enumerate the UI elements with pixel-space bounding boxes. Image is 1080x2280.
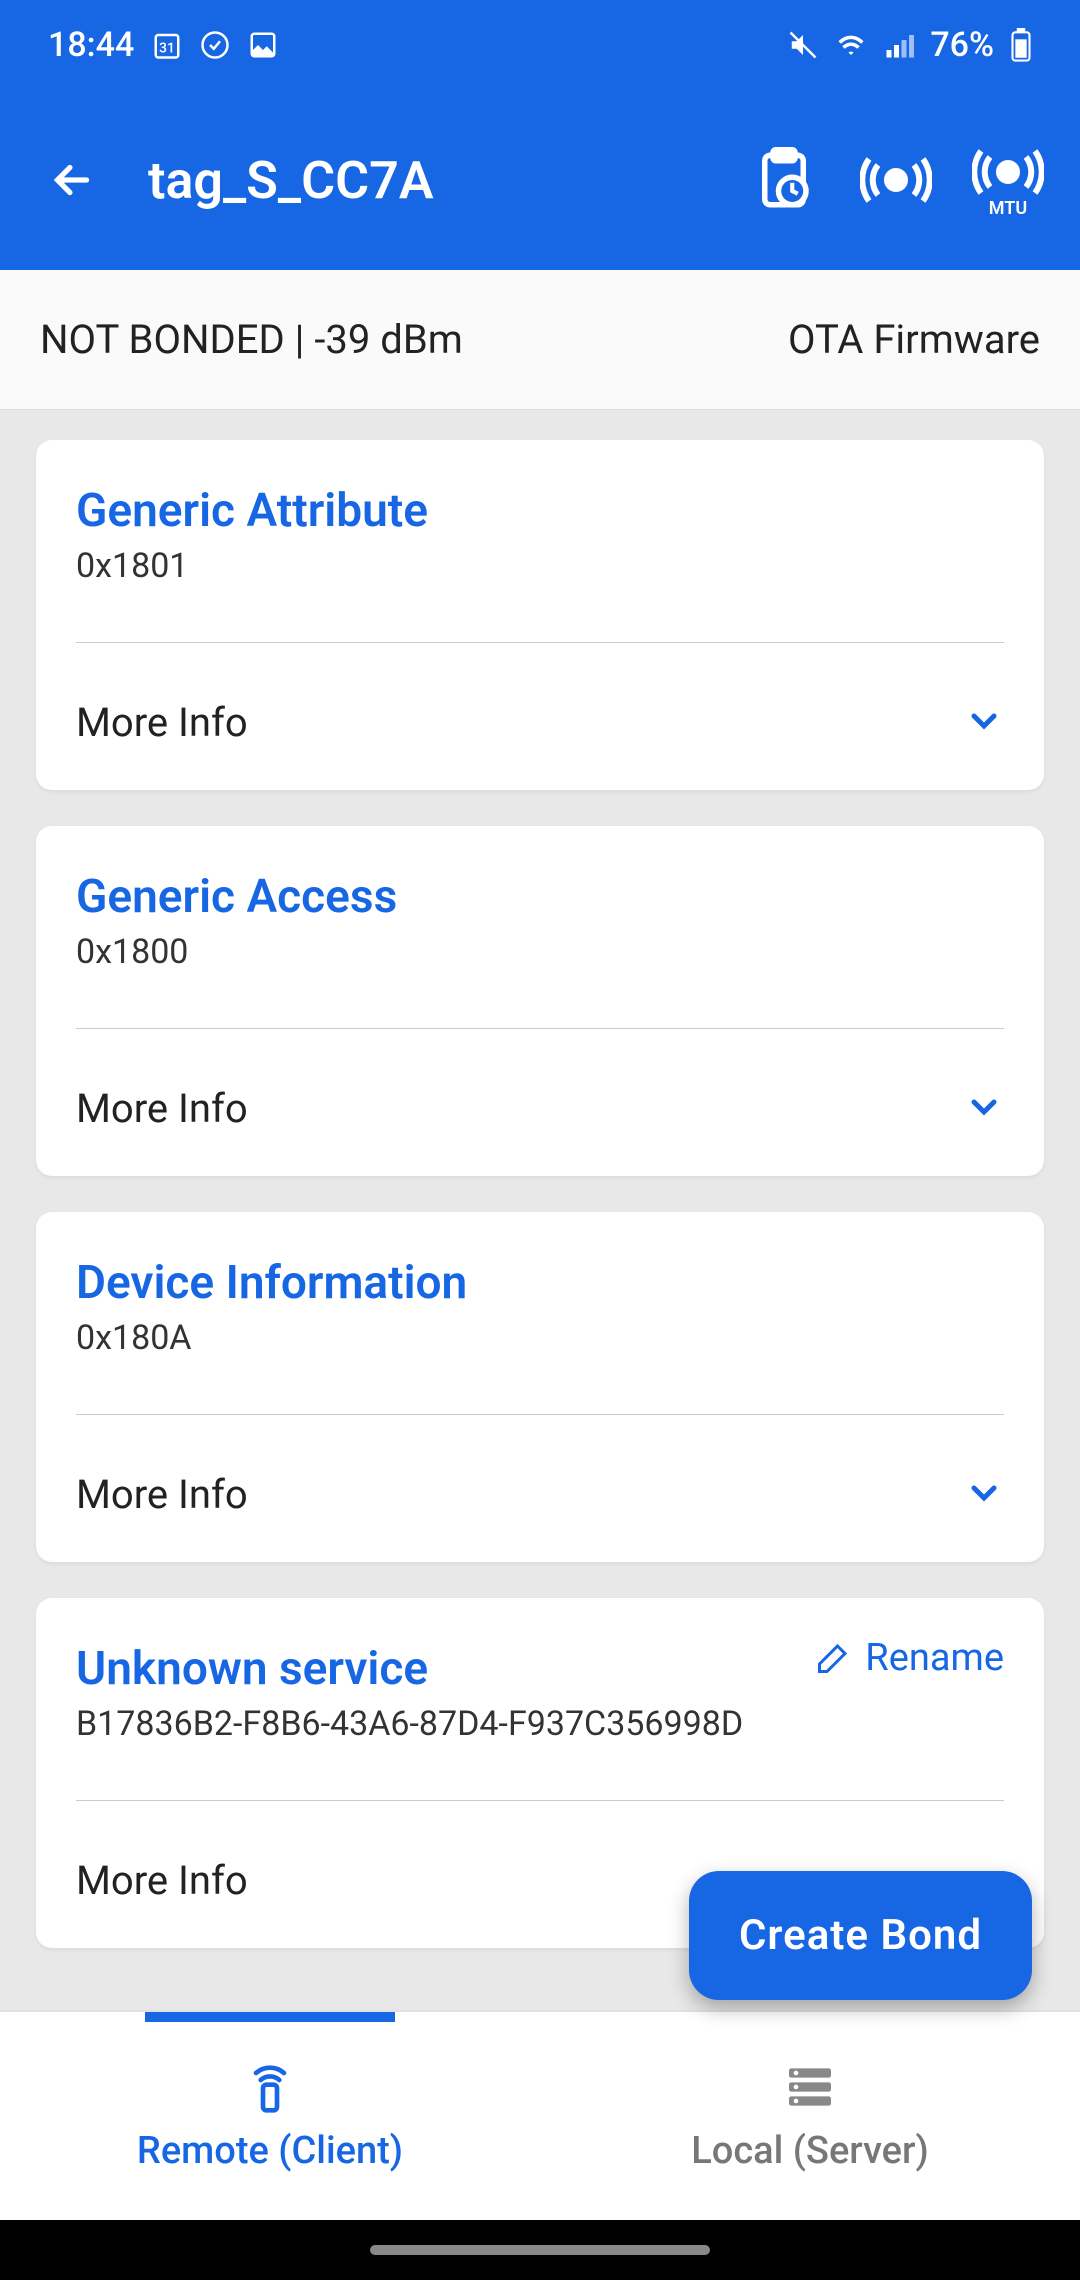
tab-remote-client[interactable]: Remote (Client) bbox=[0, 2012, 540, 2220]
statusbar: 18:44 31 76% bbox=[0, 0, 1080, 90]
wifi-icon bbox=[834, 30, 868, 60]
bond-signal-status: NOT BONDED | -39 dBm bbox=[40, 316, 463, 363]
active-tab-indicator bbox=[145, 2012, 395, 2022]
rename-label: Rename bbox=[865, 1636, 1004, 1680]
signal-icon bbox=[884, 30, 914, 60]
appbar: tag_S_CC7A MTU bbox=[0, 90, 1080, 270]
service-uuid: B17836B2-F8B6-43A6-87D4-F937C356998D bbox=[76, 1704, 1004, 1744]
pencil-icon bbox=[815, 1640, 851, 1676]
divider bbox=[76, 642, 1004, 643]
home-indicator[interactable] bbox=[370, 2245, 710, 2255]
subheader: NOT BONDED | -39 dBm OTA Firmware bbox=[0, 270, 1080, 410]
service-name[interactable]: Device Information bbox=[76, 1256, 1004, 1310]
check-circle-icon bbox=[200, 30, 230, 60]
system-nav bbox=[0, 2220, 1080, 2280]
divider bbox=[76, 1800, 1004, 1801]
bottomnav: Remote (Client) Local (Server) bbox=[0, 2010, 1080, 2220]
tab-label: Remote (Client) bbox=[137, 2129, 403, 2173]
mute-icon bbox=[788, 30, 818, 60]
battery-icon bbox=[1010, 28, 1032, 62]
status-time: 18:44 bbox=[48, 25, 134, 65]
battery-pct: 76% bbox=[930, 25, 994, 65]
calendar-icon: 31 bbox=[152, 30, 182, 60]
service-uuid: 0x1801 bbox=[76, 546, 1004, 586]
service-card: Generic Attribute 0x1801 More Info bbox=[36, 440, 1044, 790]
server-icon bbox=[782, 2059, 838, 2119]
service-card: Generic Access 0x1800 More Info bbox=[36, 826, 1044, 1176]
chevron-down-icon bbox=[964, 1473, 1004, 1517]
page-title: tag_S_CC7A bbox=[148, 150, 708, 211]
rename-button[interactable]: Rename bbox=[815, 1636, 1004, 1680]
divider bbox=[76, 1028, 1004, 1029]
service-name[interactable]: Generic Attribute bbox=[76, 484, 1004, 538]
back-button[interactable] bbox=[36, 155, 108, 205]
statusbar-left: 18:44 31 bbox=[48, 25, 278, 65]
more-info-label: More Info bbox=[76, 1471, 248, 1518]
service-uuid: 0x180A bbox=[76, 1318, 1004, 1358]
chevron-down-icon bbox=[964, 1087, 1004, 1131]
tab-label: Local (Server) bbox=[691, 2129, 929, 2173]
fab-label: Create Bond bbox=[739, 1911, 982, 1960]
divider bbox=[76, 1414, 1004, 1415]
image-icon bbox=[248, 30, 278, 60]
service-name[interactable]: Generic Access bbox=[76, 870, 1004, 924]
statusbar-right: 76% bbox=[788, 25, 1032, 65]
broadcast-icon[interactable] bbox=[860, 144, 932, 216]
ota-firmware-link[interactable]: OTA Firmware bbox=[788, 316, 1040, 363]
service-uuid: 0x1800 bbox=[76, 932, 1004, 972]
more-info-row[interactable]: More Info bbox=[76, 699, 1004, 746]
mtu-broadcast-icon[interactable]: MTU bbox=[972, 142, 1044, 219]
mtu-label: MTU bbox=[989, 198, 1027, 219]
services-list: Generic Attribute 0x1801 More Info Gener… bbox=[0, 410, 1080, 2010]
more-info-row[interactable]: More Info bbox=[76, 1471, 1004, 1518]
more-info-label: More Info bbox=[76, 1857, 248, 1904]
more-info-row[interactable]: More Info bbox=[76, 1085, 1004, 1132]
svg-text:31: 31 bbox=[159, 41, 175, 57]
clipboard-clock-icon[interactable] bbox=[748, 147, 820, 213]
chevron-down-icon bbox=[964, 701, 1004, 745]
tab-local-server[interactable]: Local (Server) bbox=[540, 2012, 1080, 2220]
more-info-label: More Info bbox=[76, 1085, 248, 1132]
remote-icon bbox=[242, 2059, 298, 2119]
more-info-label: More Info bbox=[76, 699, 248, 746]
service-card: Device Information 0x180A More Info bbox=[36, 1212, 1044, 1562]
create-bond-button[interactable]: Create Bond bbox=[689, 1871, 1032, 2000]
